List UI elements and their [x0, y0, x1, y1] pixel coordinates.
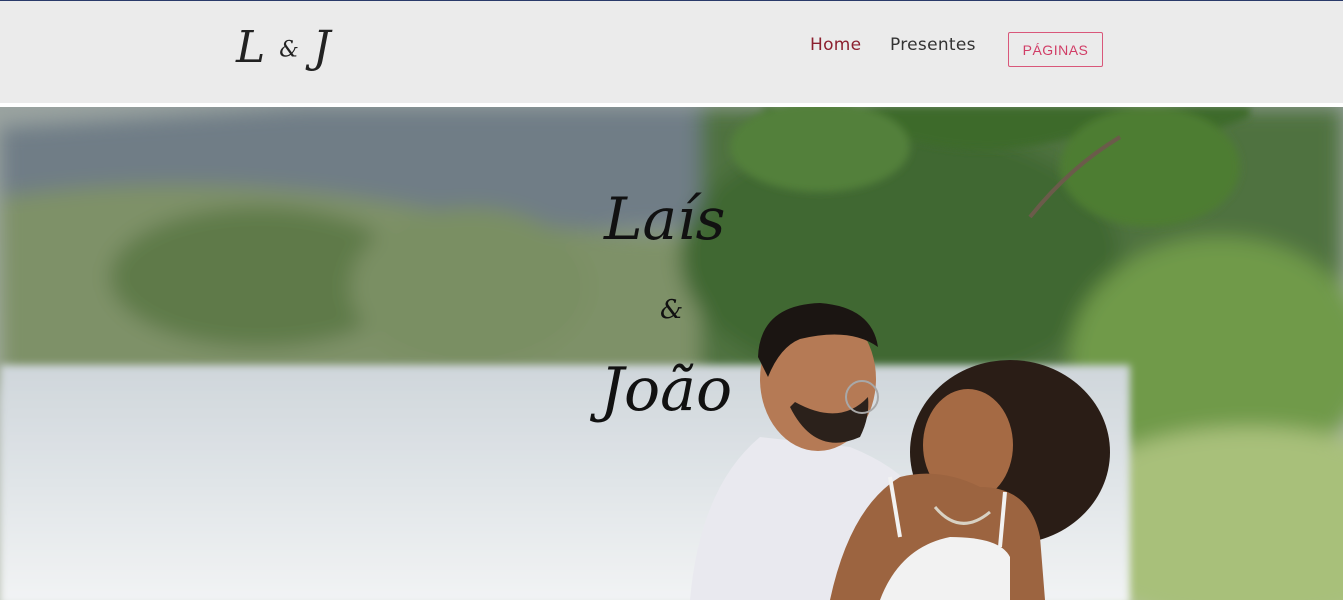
- paginas-button[interactable]: PÁGINAS: [1008, 32, 1103, 67]
- site-header: L&J Home Presentes: [0, 1, 1343, 103]
- hero-ampersand: &: [660, 295, 684, 325]
- nav-link-presentes[interactable]: Presentes: [890, 35, 976, 55]
- hero-name-lais: Laís: [604, 185, 726, 253]
- logo-initial-right: J: [312, 22, 345, 73]
- hero-photo: [0, 107, 1343, 600]
- site-logo[interactable]: L&J: [236, 23, 344, 76]
- logo-ampersand: &: [279, 37, 313, 63]
- hero-name-joao: João: [600, 355, 733, 425]
- logo-initial-left: L: [236, 22, 280, 73]
- nav-link-home[interactable]: Home: [810, 35, 861, 55]
- hero-banner: Laís & João: [0, 107, 1343, 600]
